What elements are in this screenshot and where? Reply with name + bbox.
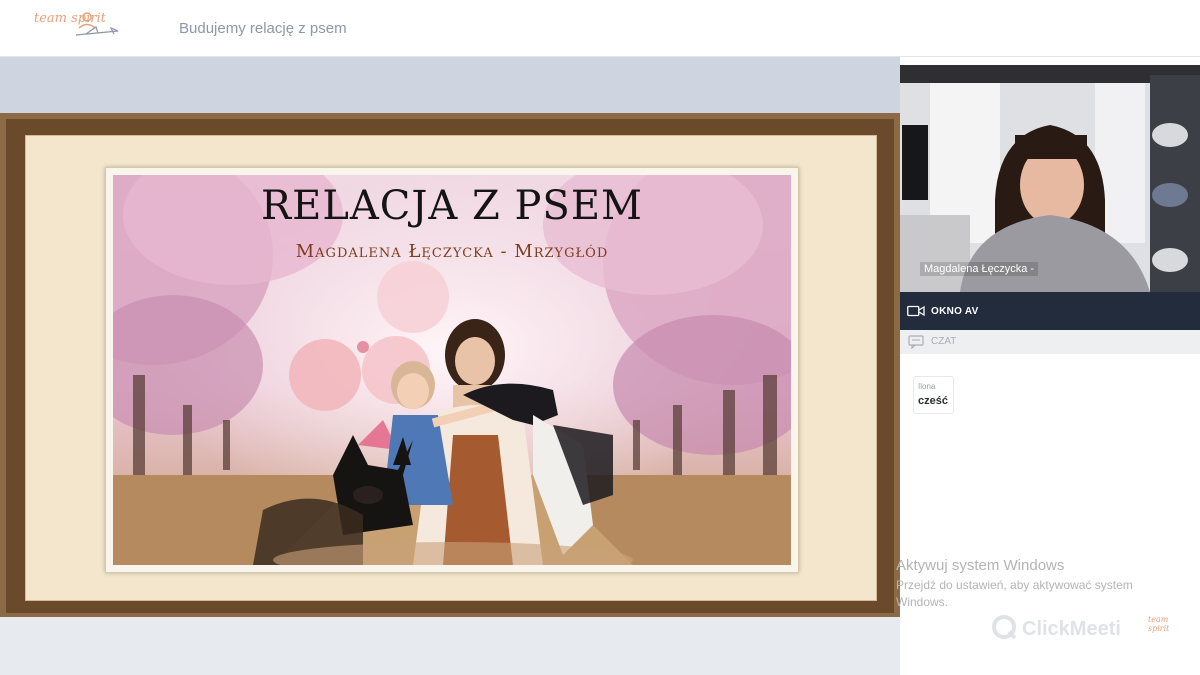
person-plane-icon — [75, 12, 119, 36]
right-panel: Magdalena Łęczycka - OKNO AV CZAT Ilona … — [900, 57, 1200, 675]
team-spirit-logo: team spirit — [34, 10, 124, 46]
meeting-title: Budujemy relację z psem — [179, 20, 347, 37]
top-bar: team spirit Budujemy relację z psem — [0, 0, 1200, 57]
chat-message: Ilona cześć — [913, 376, 954, 414]
video-feed[interactable]: Magdalena Łęczycka - — [900, 65, 1200, 292]
participant-name: Magdalena Łęczycka - — [920, 262, 1039, 276]
chat-header[interactable]: CZAT — [900, 330, 1200, 354]
slide-mat: RELACJA Z PSEM Magdalena Łęczycka - Mrzy… — [25, 135, 877, 601]
camera-icon — [907, 305, 925, 317]
av-window-label: OKNO AV — [931, 306, 979, 317]
chat-messages: Ilona cześć — [900, 354, 1200, 675]
av-window-bar[interactable]: OKNO AV — [900, 292, 1200, 330]
slide-photo-frame: RELACJA Z PSEM Magdalena Łęczycka - Mrzy… — [105, 167, 799, 573]
slide: RELACJA Z PSEM Magdalena Łęczycka - Mrzy… — [0, 113, 900, 619]
slide-photo: RELACJA Z PSEM Magdalena Łęczycka - Mrzy… — [113, 175, 791, 565]
slide-title: RELACJA Z PSEM — [261, 183, 643, 229]
presentation-stage: RELACJA Z PSEM Magdalena Łęczycka - Mrzy… — [0, 57, 900, 675]
chat-icon — [908, 335, 924, 349]
chat-message-author: Ilona — [918, 382, 936, 391]
chat-label: CZAT — [931, 336, 957, 347]
slide-subtitle: Magdalena Łęczycka - Mrzygłód — [295, 241, 609, 262]
stage-footer — [0, 617, 900, 675]
woman-children-dogs-photo — [113, 175, 791, 565]
chat-message-text: cześć — [918, 395, 948, 407]
presenter-video-image — [900, 65, 1200, 292]
